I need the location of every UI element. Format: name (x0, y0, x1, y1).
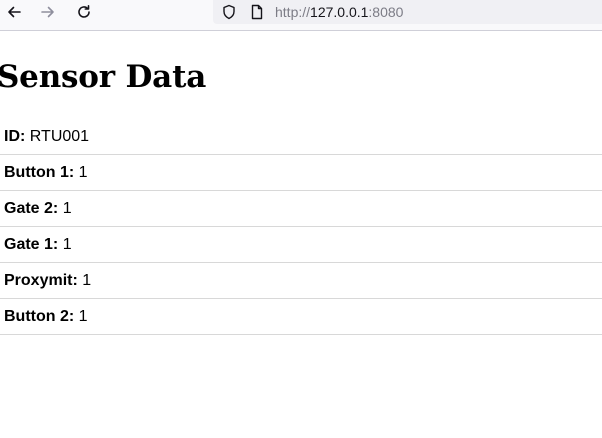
page-title: Sensor Data (0, 59, 207, 95)
sensor-row-button-2: Button 2: 1 (0, 299, 602, 335)
sensor-label: Button 1: (4, 164, 75, 181)
url-port: :8080 (368, 4, 404, 20)
sensor-label: Gate 1: (4, 236, 59, 253)
sensor-value: 1 (78, 164, 88, 181)
sensor-row-gate-1: Gate 1: 1 (0, 227, 602, 263)
forward-button[interactable] (38, 2, 58, 22)
page-icon[interactable] (249, 4, 265, 20)
sensor-value: 1 (78, 308, 88, 325)
back-arrow-icon (8, 6, 21, 18)
sensor-list: ID: RTU001 Button 1: 1 Gate 2: 1 Gate 1:… (0, 119, 602, 335)
sensor-row-button-1: Button 1: 1 (0, 155, 602, 191)
sensor-label: ID: (4, 128, 26, 145)
sensor-label: Gate 2: (4, 200, 59, 217)
url-bar[interactable]: http://127.0.0.1:8080 (213, 0, 602, 24)
shield-icon[interactable] (221, 4, 237, 20)
sensor-row-id: ID: RTU001 (0, 119, 602, 155)
sensor-value: 1 (62, 236, 72, 253)
browser-toolbar: http://127.0.0.1:8080 (0, 0, 602, 31)
forward-arrow-icon (41, 6, 54, 18)
sensor-row-proxymit: Proxymit: 1 (0, 263, 602, 299)
sensor-label: Proxymit: (4, 272, 78, 289)
sensor-row-gate-2: Gate 2: 1 (0, 191, 602, 227)
sensor-value: RTU001 (29, 128, 90, 145)
url-text[interactable]: http://127.0.0.1:8080 (275, 3, 403, 21)
reload-button[interactable] (74, 2, 94, 22)
sensor-label: Button 2: (4, 308, 75, 325)
url-scheme: http:// (275, 4, 311, 20)
sensor-value: 1 (82, 272, 92, 289)
back-button[interactable] (4, 2, 24, 22)
url-host: 127.0.0.1 (310, 4, 369, 20)
reload-icon (78, 5, 90, 18)
sensor-value: 1 (62, 200, 72, 217)
